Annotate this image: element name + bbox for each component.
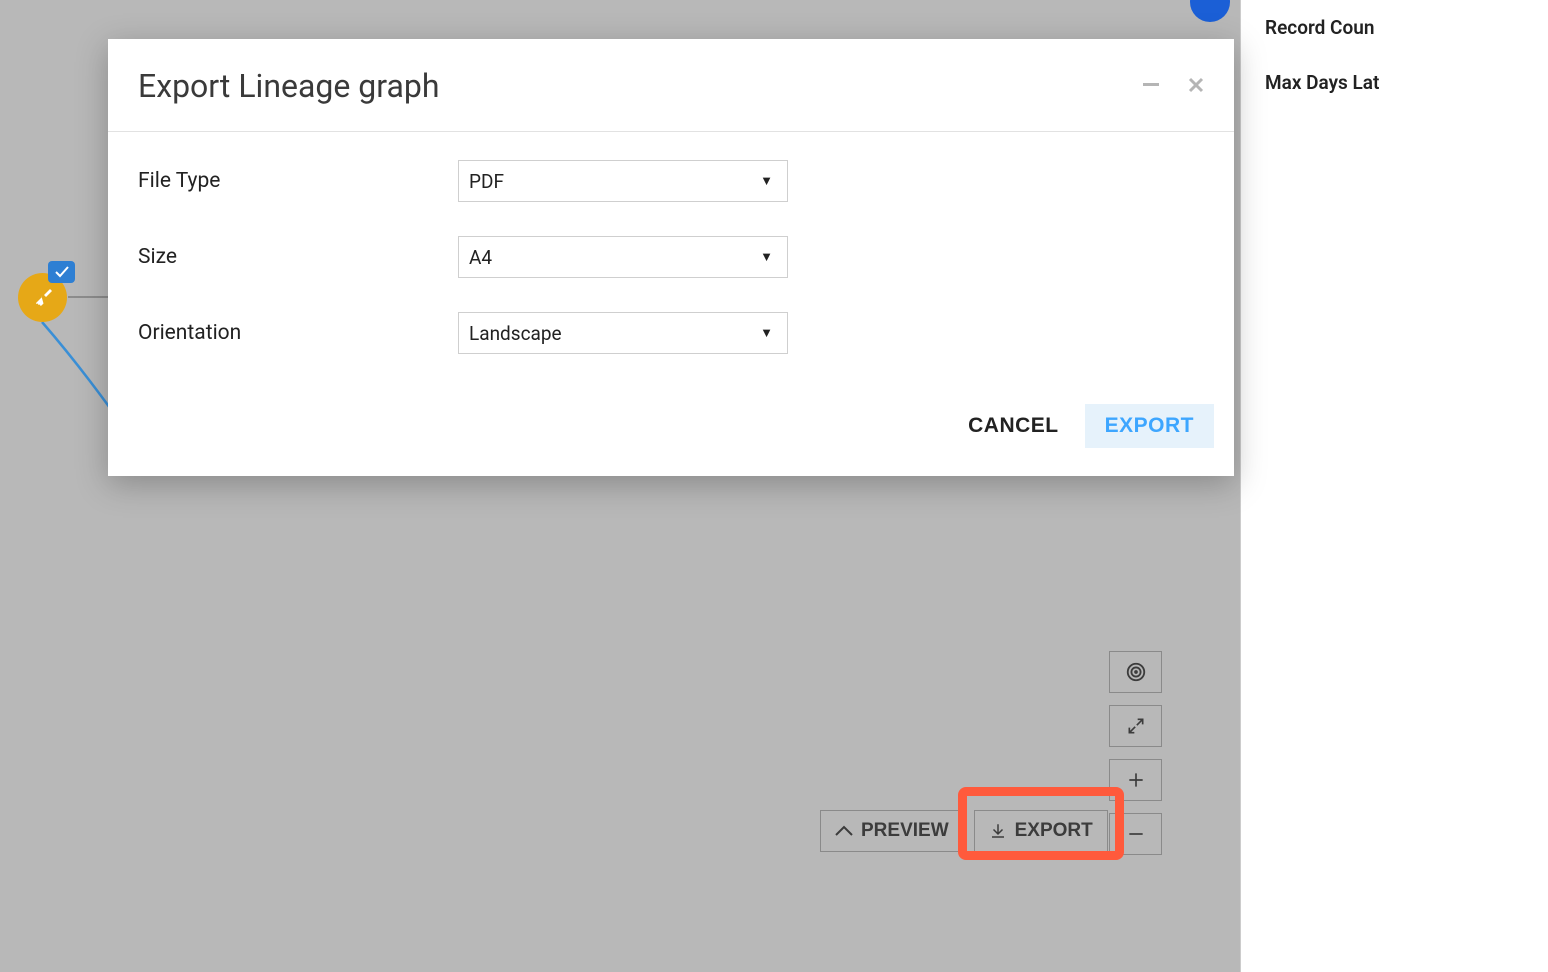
node-checkmark-badge (48, 261, 75, 283)
form-row-size: Size A4 ▼ (138, 236, 1204, 278)
size-label: Size (138, 245, 458, 269)
orientation-select[interactable]: Landscape ▼ (458, 312, 788, 354)
modal-window-controls (1142, 74, 1204, 99)
file-type-value: PDF (469, 170, 504, 193)
export-modal: Export Lineage graph File Type PDF ▼ Siz… (108, 39, 1234, 476)
cancel-button[interactable]: CANCEL (968, 414, 1059, 438)
export-confirm-button[interactable]: EXPORT (1085, 404, 1214, 448)
export-label: EXPORT (1015, 820, 1093, 842)
form-row-file-type: File Type PDF ▼ (138, 160, 1204, 202)
side-panel-row-max-days: Max Days Lat (1265, 71, 1524, 94)
modal-header: Export Lineage graph (108, 39, 1234, 132)
close-icon[interactable] (1188, 74, 1204, 99)
file-type-select[interactable]: PDF ▼ (458, 160, 788, 202)
file-type-label: File Type (138, 169, 458, 193)
download-icon (989, 822, 1007, 840)
chevron-down-icon: ▼ (760, 325, 773, 341)
form-row-orientation: Orientation Landscape ▼ (138, 312, 1204, 354)
bottom-toolbar: PREVIEW EXPORT (820, 810, 1108, 852)
size-select[interactable]: A4 ▼ (458, 236, 788, 278)
fullscreen-button[interactable] (1109, 705, 1162, 747)
preview-button[interactable]: PREVIEW (820, 810, 964, 852)
chevron-up-icon (835, 825, 853, 837)
orientation-value: Landscape (469, 322, 562, 345)
side-panel-row-record-count: Record Coun (1265, 16, 1524, 39)
target-icon (1125, 661, 1147, 683)
modal-title: Export Lineage graph (138, 67, 439, 105)
modal-footer: CANCEL EXPORT (108, 396, 1234, 476)
edge-line (68, 296, 112, 298)
expand-icon (1126, 716, 1146, 736)
map-controls (1109, 651, 1162, 855)
edge-line (0, 320, 115, 420)
modal-body: File Type PDF ▼ Size A4 ▼ Orientation La… (108, 132, 1234, 396)
zoom-in-button[interactable] (1109, 759, 1162, 801)
preview-label: PREVIEW (861, 820, 949, 842)
zoom-out-button[interactable] (1109, 813, 1162, 855)
broom-icon (31, 286, 55, 310)
minimize-icon[interactable] (1142, 74, 1160, 99)
minus-icon (1126, 824, 1146, 844)
side-panel: Record Coun Max Days Lat (1240, 0, 1548, 972)
chevron-down-icon: ▼ (760, 173, 773, 189)
orientation-label: Orientation (138, 321, 458, 345)
check-icon (55, 266, 69, 278)
size-value: A4 (469, 246, 492, 269)
export-button[interactable]: EXPORT (974, 810, 1108, 852)
recenter-button[interactable] (1109, 651, 1162, 693)
plus-icon (1126, 770, 1146, 790)
chevron-down-icon: ▼ (760, 249, 773, 265)
lineage-node[interactable] (18, 273, 67, 322)
